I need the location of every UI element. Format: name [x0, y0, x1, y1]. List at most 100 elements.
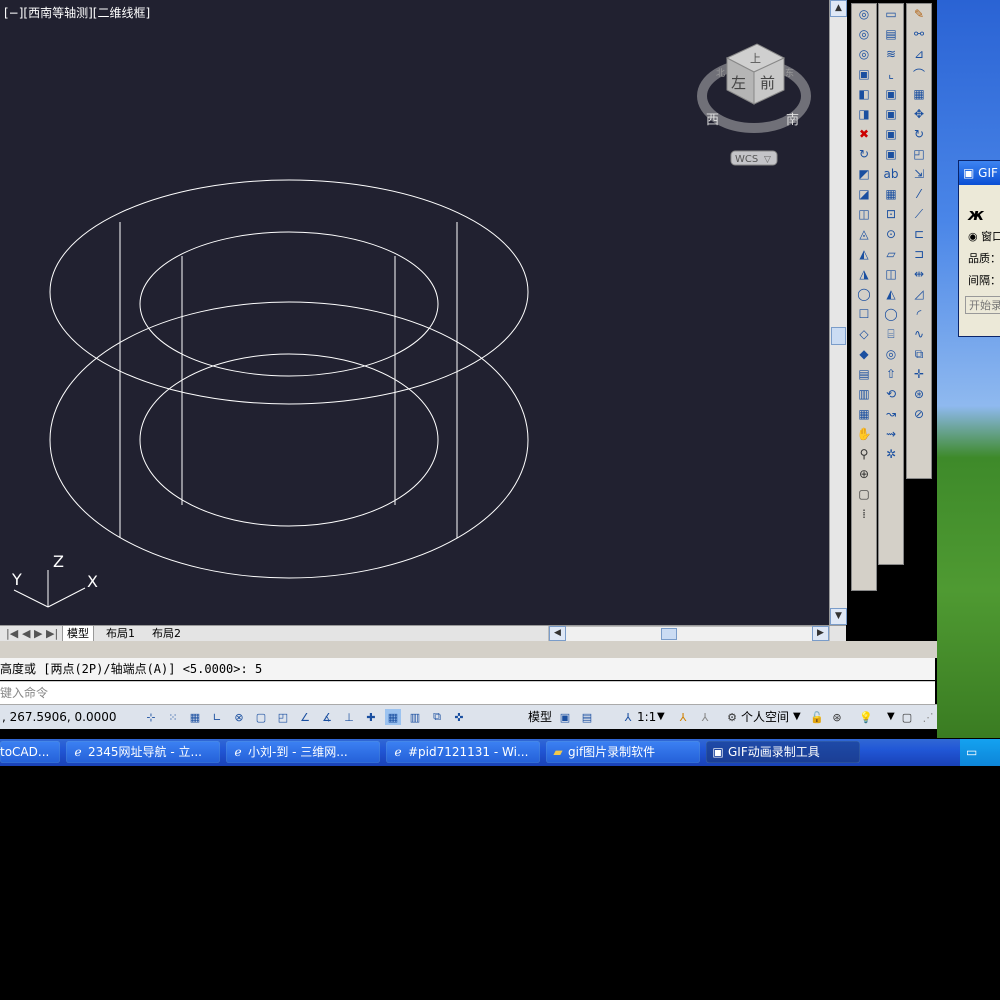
table-icon[interactable]: ▦ — [881, 184, 901, 204]
drawing-canvas[interactable]: Z X Y 上 左 前 西 南 北 东 WCS ▽ — [0, 0, 829, 625]
application-status-menu-icon[interactable]: ▼ — [887, 708, 895, 726]
otrack-icon[interactable]: ∠ — [297, 709, 313, 725]
scale-dropdown-icon[interactable]: ▼ — [657, 708, 665, 726]
scroll-icon[interactable]: ≋ — [881, 44, 901, 64]
move-icon[interactable]: ✥ — [909, 104, 929, 124]
copy-icon[interactable]: ⚯ — [909, 24, 929, 44]
edge-icon[interactable]: ◇ — [854, 324, 874, 344]
layer-icon-3[interactable]: ▣ — [881, 124, 901, 144]
isolate-objects-icon[interactable]: 💡 — [858, 709, 874, 725]
cone-icon[interactable]: ◭ — [881, 284, 901, 304]
gif-window-titlebar[interactable]: ▣ GIF — [959, 161, 1000, 185]
erase-icon[interactable]: ✎ — [909, 4, 929, 24]
offset-icon[interactable]: ⌒ — [909, 64, 929, 84]
extend-icon[interactable]: ⟋ — [909, 204, 929, 224]
grid-icon[interactable]: ▦ — [187, 709, 203, 725]
intersect-icon[interactable]: ◎ — [854, 44, 874, 64]
clean-icon[interactable]: ◭ — [854, 244, 874, 264]
taskbar-item-pid[interactable]: ℯ #pid7121131 - Wi... — [386, 741, 540, 763]
3d-rotate-icon[interactable]: ⊛ — [909, 384, 929, 404]
hardware-acceleration-icon[interactable]: ⊛ — [829, 709, 845, 725]
spline-edit-icon[interactable]: ∿ — [909, 324, 929, 344]
gif-recorder-window[interactable]: ▣ GIF ж ◉ 窗口 品质： 间隔： 开始录 — [958, 160, 1000, 337]
snap-center-icon[interactable]: ⊙ — [881, 224, 901, 244]
camera-icon[interactable]: ▢ — [854, 484, 874, 504]
layer-icon-2[interactable]: ▣ — [881, 104, 901, 124]
dyn-icon[interactable]: ⊥ — [341, 709, 357, 725]
join-icon[interactable]: ⇹ — [909, 264, 929, 284]
graph-icon[interactable]: ⌞ — [881, 64, 901, 84]
color-face-icon[interactable]: ◫ — [854, 204, 874, 224]
subtract-icon[interactable]: ◎ — [854, 24, 874, 44]
offset-face-icon[interactable]: ◨ — [854, 104, 874, 124]
annotation-scale-icon[interactable]: ⅄ — [620, 709, 636, 725]
sweep-icon[interactable]: ↝ — [881, 404, 901, 424]
scroll-right-button[interactable]: ▶ — [812, 626, 829, 641]
drawing-viewport[interactable]: [−][西南等轴测][二维线框] Z X Y 上 左 前 西 南 北 东 WCS… — [0, 0, 829, 625]
move-face-icon[interactable]: ◧ — [854, 84, 874, 104]
trim-icon[interactable]: ⁄ — [909, 184, 929, 204]
stretch-icon[interactable]: ⇲ — [909, 164, 929, 184]
text-abc-icon[interactable]: ab — [881, 164, 901, 184]
window-radio[interactable]: ◉ 窗口 — [959, 228, 1000, 244]
chamfer-icon[interactable]: ◿ — [909, 284, 929, 304]
lock-icon[interactable]: 🔓 — [809, 709, 825, 725]
ruler-icon[interactable]: ▭ — [881, 4, 901, 24]
revolve-icon[interactable]: ⟲ — [881, 384, 901, 404]
array-icon[interactable]: ▦ — [909, 84, 929, 104]
union-icon[interactable]: ◎ — [854, 4, 874, 24]
extrude-icon[interactable]: ⇧ — [881, 364, 901, 384]
annotation-scale[interactable]: 1:1 — [637, 708, 656, 726]
auto-scale-icon[interactable]: ⅄ — [697, 709, 713, 725]
scroll-down-button[interactable]: ▼ — [830, 608, 847, 625]
block-icon[interactable]: ▤ — [881, 24, 901, 44]
lineweight-icon[interactable]: ✚ — [363, 709, 379, 725]
torus-icon[interactable]: ◎ — [881, 344, 901, 364]
command-input[interactable]: 键入命令 — [0, 681, 935, 705]
zoom-icon[interactable]: ⚲ — [854, 444, 874, 464]
scroll-thumb[interactable] — [831, 327, 846, 345]
osnap-icon[interactable]: ▢ — [253, 709, 269, 725]
snap-mode-icon[interactable]: ⁙ — [165, 709, 181, 725]
layer-icon-1[interactable]: ▣ — [881, 84, 901, 104]
polar-icon[interactable]: ⊗ — [231, 709, 247, 725]
presspull-icon[interactable]: ⧉ — [909, 344, 929, 364]
break-icon[interactable]: ⊏ — [909, 224, 929, 244]
copy-face-icon[interactable]: ◪ — [854, 184, 874, 204]
annotation-visibility-icon[interactable]: ⅄ — [675, 709, 691, 725]
orbit-icon[interactable]: ⊕ — [854, 464, 874, 484]
taskbar-item-gif-folder[interactable]: ▰ gif图片录制软件 — [546, 741, 700, 763]
fillet-icon[interactable]: ◜ — [909, 304, 929, 324]
rotate-icon[interactable]: ↻ — [909, 124, 929, 144]
mirror-icon[interactable]: ⊿ — [909, 44, 929, 64]
taskbar-item-autocad[interactable]: toCAD... — [0, 741, 60, 763]
box-icon[interactable]: ◫ — [881, 264, 901, 284]
quick-properties-icon[interactable]: ▥ — [407, 709, 423, 725]
3d-align-icon[interactable]: ⊘ — [909, 404, 929, 424]
tab-layout2[interactable]: 布局2 — [148, 626, 185, 641]
separate-icon[interactable]: ◮ — [854, 264, 874, 284]
hscroll-thumb[interactable] — [661, 628, 677, 640]
keyboard-icon[interactable]: ▭ — [966, 745, 977, 759]
check-icon[interactable]: ☐ — [854, 304, 874, 324]
selection-cycling-icon[interactable]: ⧉ — [429, 709, 445, 725]
annotation-monitor-icon[interactable]: ✜ — [451, 709, 467, 725]
horizontal-scrollbar[interactable]: ◀ ▶ — [548, 626, 830, 642]
start-record-button[interactable]: 开始录 — [965, 296, 1000, 314]
cylinder-icon[interactable]: ⌸ — [881, 324, 901, 344]
quick-view-drawings-icon[interactable]: ▤ — [579, 709, 595, 725]
3d-move-icon[interactable]: ✛ — [909, 364, 929, 384]
imprint-icon[interactable]: ◬ — [854, 224, 874, 244]
eraser-icon[interactable]: ▱ — [881, 244, 901, 264]
extrude-face-icon[interactable]: ▣ — [854, 64, 874, 84]
resize-grip-icon[interactable]: ⋰ — [920, 709, 936, 725]
section-icon[interactable]: ▦ — [854, 404, 874, 424]
3d-osnap-icon[interactable]: ◰ — [275, 709, 291, 725]
transparency-icon[interactable]: ▦ — [385, 709, 401, 725]
scroll-left-button[interactable]: ◀ — [549, 626, 566, 641]
mirror-3d-icon[interactable]: ▥ — [854, 384, 874, 404]
taskbar-item-3dnet[interactable]: ℯ 小刘-到 - 三维网... — [226, 741, 380, 763]
rotate-face-icon[interactable]: ↻ — [854, 144, 874, 164]
loft-icon[interactable]: ⇝ — [881, 424, 901, 444]
tab-nav-last-icon[interactable]: ▶| — [42, 626, 62, 641]
